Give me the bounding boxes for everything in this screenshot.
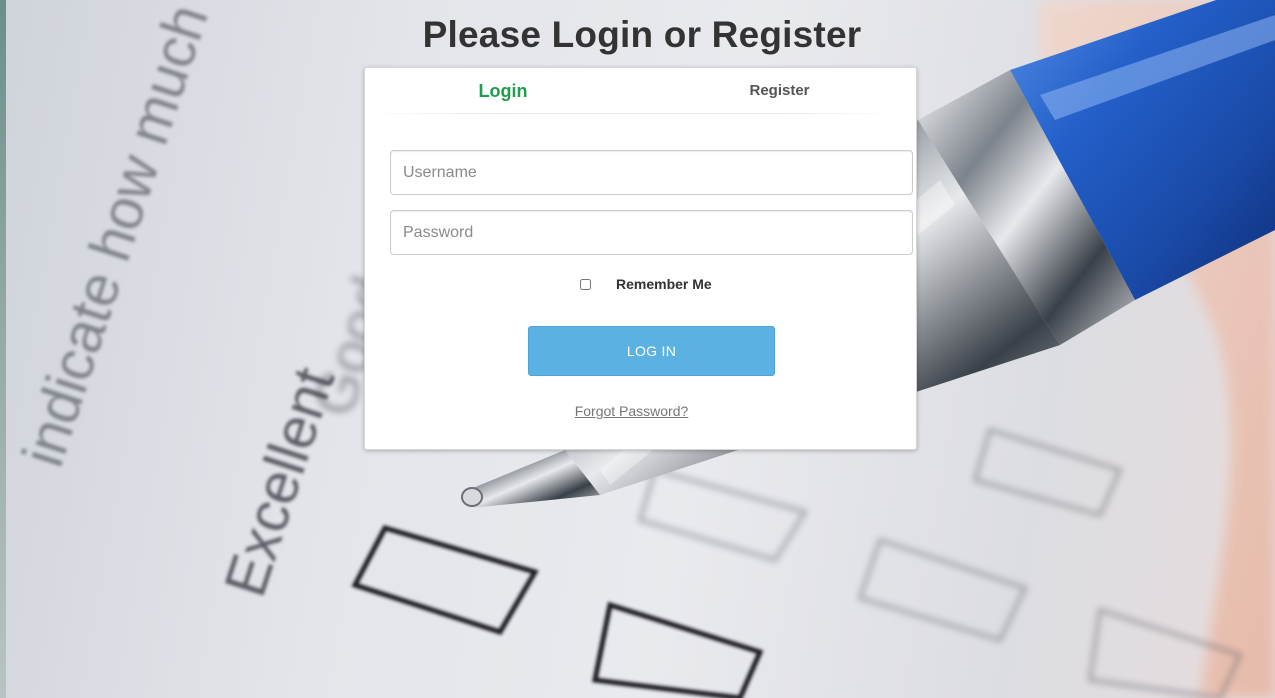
tab-login[interactable]: Login: [365, 68, 641, 114]
background-printed-phrase: indicate how much: [11, 0, 221, 474]
auth-tabs: Login Register: [365, 68, 918, 114]
remember-me-label[interactable]: Remember Me: [616, 276, 712, 292]
password-input[interactable]: [390, 210, 913, 255]
remember-me-row: Remember Me: [365, 274, 918, 296]
tabs-divider: [387, 113, 878, 114]
remember-me-checkbox[interactable]: [580, 279, 591, 290]
login-button[interactable]: LOG IN: [528, 326, 775, 376]
login-card: Login Register Remember Me LOG IN Forgot…: [364, 67, 917, 450]
login-page: indicate how much Excellent Good Please …: [0, 0, 1275, 698]
username-input[interactable]: [390, 150, 913, 195]
page-title: Please Login or Register: [422, 14, 862, 55]
forgot-password-link[interactable]: Forgot Password?: [365, 403, 918, 419]
forgot-password-label[interactable]: Forgot Password?: [575, 403, 689, 419]
tab-register[interactable]: Register: [641, 68, 918, 116]
background-paper-text: indicate how much: [11, 0, 221, 474]
